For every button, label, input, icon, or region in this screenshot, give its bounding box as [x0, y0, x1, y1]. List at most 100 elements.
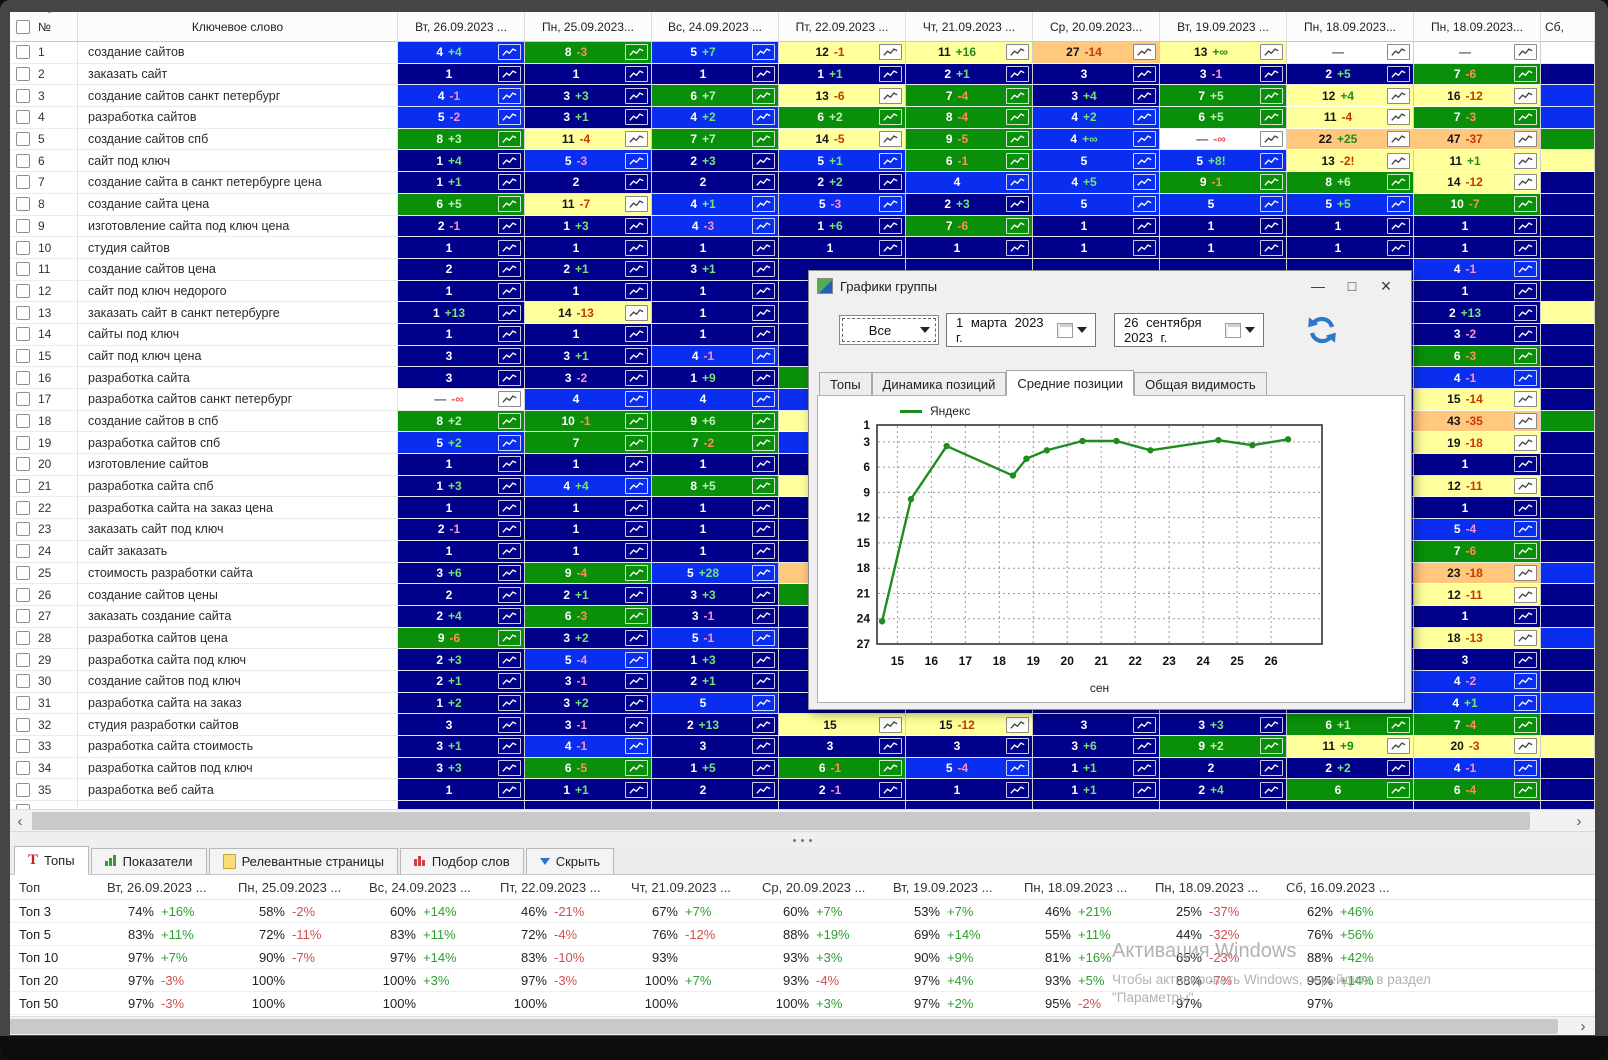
scrollbar-thumb[interactable] — [32, 812, 1530, 830]
cell-chart-icon[interactable] — [498, 153, 521, 169]
cell-chart-icon[interactable] — [1514, 456, 1537, 472]
cell-chart-icon[interactable] — [1133, 66, 1156, 82]
date-column-header[interactable]: Ср, 20.09.2023... — [1033, 12, 1160, 41]
row-checkbox[interactable] — [16, 653, 30, 667]
cell-chart-icon[interactable] — [1006, 717, 1029, 733]
row-checkbox[interactable] — [16, 436, 30, 450]
cell-chart-icon[interactable] — [752, 218, 775, 234]
cell-chart-icon[interactable] — [498, 521, 521, 537]
cell-chart-icon[interactable] — [879, 760, 902, 776]
cell-chart-icon[interactable] — [752, 196, 775, 212]
cell-chart-icon[interactable] — [1133, 782, 1156, 798]
cell-chart-icon[interactable] — [752, 652, 775, 668]
cell-chart-icon[interactable] — [498, 652, 521, 668]
cell-chart-icon[interactable] — [625, 305, 648, 321]
date-column-header[interactable]: Пн, 25.09.2023... — [525, 12, 652, 41]
cell-chart-icon[interactable] — [752, 587, 775, 603]
row-checkbox[interactable] — [16, 696, 30, 710]
tab-tops-chart[interactable]: Топы — [819, 372, 872, 395]
cell-chart-icon[interactable] — [1006, 738, 1029, 754]
cell-chart-icon[interactable] — [1514, 695, 1537, 711]
cell-chart-icon[interactable] — [625, 695, 648, 711]
row-checkbox[interactable] — [16, 175, 30, 189]
row-checkbox[interactable] — [16, 674, 30, 688]
cell-chart-icon[interactable] — [1514, 370, 1537, 386]
cell-chart-icon[interactable] — [498, 391, 521, 407]
cell-chart-icon[interactable] — [752, 88, 775, 104]
keyword-row[interactable]: 6сайт под ключ1+45-32+35+16-155+8!13-2!1… — [10, 150, 1595, 172]
cell-chart-icon[interactable] — [498, 608, 521, 624]
cell-chart-icon[interactable] — [1514, 391, 1537, 407]
cell-chart-icon[interactable] — [879, 782, 902, 798]
cell-chart-icon[interactable] — [879, 109, 902, 125]
cell-chart-icon[interactable] — [1006, 218, 1029, 234]
cell-chart-icon[interactable] — [1514, 109, 1537, 125]
cell-chart-icon[interactable] — [498, 673, 521, 689]
keyword-row[interactable]: 34разработка сайтов под ключ3+36-51+56-1… — [10, 758, 1595, 780]
date-to-field[interactable]: 26 сентября 2023 г. — [1114, 313, 1264, 347]
cell-chart-icon[interactable] — [498, 587, 521, 603]
cell-chart-icon[interactable] — [1260, 738, 1283, 754]
cell-chart-icon[interactable] — [625, 218, 648, 234]
cell-chart-icon[interactable] — [498, 565, 521, 581]
date-column-header[interactable]: Чт, 21.09.2023 ... — [906, 12, 1033, 41]
cell-chart-icon[interactable] — [1514, 218, 1537, 234]
cell-chart-icon[interactable] — [498, 348, 521, 364]
cell-chart-icon[interactable] — [752, 240, 775, 256]
cell-chart-icon[interactable] — [879, 240, 902, 256]
cell-chart-icon[interactable] — [1260, 717, 1283, 733]
cell-chart-icon[interactable] — [498, 131, 521, 147]
cell-chart-icon[interactable] — [1387, 88, 1410, 104]
cell-chart-icon[interactable] — [1514, 608, 1537, 624]
row-checkbox[interactable] — [16, 110, 30, 124]
cell-chart-icon[interactable] — [879, 218, 902, 234]
cell-chart-icon[interactable] — [752, 782, 775, 798]
row-checkbox[interactable] — [16, 327, 30, 341]
cell-chart-icon[interactable] — [625, 673, 648, 689]
cell-chart-icon[interactable] — [879, 153, 902, 169]
cell-chart-icon[interactable] — [625, 326, 648, 342]
cell-chart-icon[interactable] — [1387, 66, 1410, 82]
cell-chart-icon[interactable] — [1514, 652, 1537, 668]
row-checkbox[interactable] — [16, 262, 30, 276]
row-checkbox[interactable] — [16, 544, 30, 558]
cell-chart-icon[interactable] — [625, 391, 648, 407]
cell-chart-icon[interactable] — [752, 153, 775, 169]
cell-chart-icon[interactable] — [1260, 153, 1283, 169]
keyword-row[interactable]: 1создание сайтов4+48-35+712-111+1627-141… — [10, 42, 1595, 64]
scroll-left-icon[interactable]: ‹ — [10, 810, 30, 832]
cell-chart-icon[interactable] — [752, 543, 775, 559]
cell-chart-icon[interactable] — [1260, 196, 1283, 212]
cell-chart-icon[interactable] — [879, 717, 902, 733]
cell-chart-icon[interactable] — [1260, 760, 1283, 776]
cell-chart-icon[interactable] — [625, 521, 648, 537]
cell-chart-icon[interactable] — [1514, 174, 1537, 190]
cell-chart-icon[interactable] — [1387, 240, 1410, 256]
cell-chart-icon[interactable] — [1514, 587, 1537, 603]
scrollbar-thumb[interactable] — [10, 1019, 1558, 1034]
cell-chart-icon[interactable] — [625, 153, 648, 169]
cell-chart-icon[interactable] — [1260, 66, 1283, 82]
cell-chart-icon[interactable] — [1133, 240, 1156, 256]
cell-chart-icon[interactable] — [1387, 153, 1410, 169]
cell-chart-icon[interactable] — [1387, 760, 1410, 776]
cell-chart-icon[interactable] — [1260, 174, 1283, 190]
cell-chart-icon[interactable] — [1260, 782, 1283, 798]
cell-chart-icon[interactable] — [1514, 66, 1537, 82]
cell-chart-icon[interactable] — [625, 435, 648, 451]
cell-chart-icon[interactable] — [498, 630, 521, 646]
cell-chart-icon[interactable] — [752, 109, 775, 125]
tab-indicators[interactable]: Показатели — [91, 848, 207, 874]
cell-chart-icon[interactable] — [1514, 782, 1537, 798]
tab-hide[interactable]: Скрыть — [526, 848, 614, 874]
cell-chart-icon[interactable] — [752, 565, 775, 581]
tab-overall-visibility[interactable]: Общая видимость — [1134, 372, 1267, 395]
cell-chart-icon[interactable] — [879, 44, 902, 60]
cell-chart-icon[interactable] — [1006, 196, 1029, 212]
group-select[interactable]: Все — [839, 315, 939, 345]
panel-splitter[interactable] — [10, 831, 1595, 848]
cell-chart-icon[interactable] — [625, 174, 648, 190]
row-checkbox[interactable] — [16, 414, 30, 428]
cell-chart-icon[interactable] — [879, 738, 902, 754]
cell-chart-icon[interactable] — [498, 174, 521, 190]
